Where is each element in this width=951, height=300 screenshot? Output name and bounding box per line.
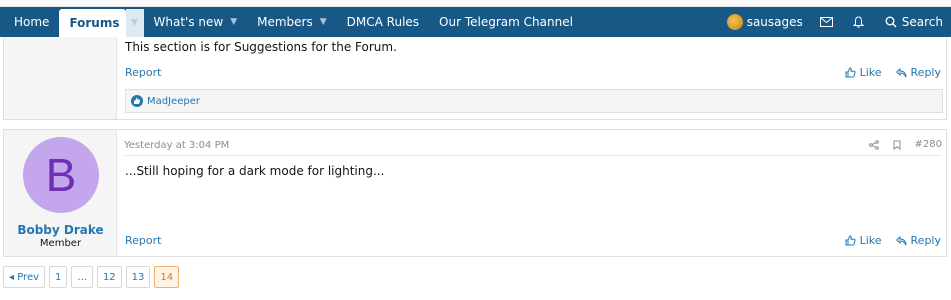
bookmark-icon[interactable] bbox=[893, 140, 901, 150]
reply-label: Reply bbox=[910, 66, 941, 79]
post-actions: Like Reply bbox=[845, 66, 941, 79]
page-1[interactable]: 1 bbox=[49, 266, 68, 288]
like-button[interactable]: Like bbox=[845, 66, 882, 79]
page-14-current[interactable]: 14 bbox=[154, 266, 180, 288]
post-body-text: ...Still hoping for a dark mode for ligh… bbox=[125, 164, 385, 178]
chevron-down-icon[interactable]: ▼ bbox=[320, 17, 327, 27]
reaction-user[interactable]: MadJeeper bbox=[147, 96, 200, 107]
forums-menu-toggle[interactable]: ▼ bbox=[125, 9, 144, 37]
tab-telegram-channel[interactable]: Our Telegram Channel bbox=[429, 7, 583, 37]
bell-icon[interactable] bbox=[843, 16, 875, 28]
post-user-column: B Bobby Drake Member bbox=[4, 130, 117, 256]
post-280: B Bobby Drake Member Yesterday at 3:04 P… bbox=[3, 129, 947, 257]
nav-tabs: Home Forums ▼ What's new ▼ Members ▼ DMCA … bbox=[0, 7, 583, 37]
page-jump-ellipsis[interactable]: ... bbox=[71, 266, 93, 288]
tab-whats-new[interactable]: What's new ▼ bbox=[144, 7, 248, 37]
like-button[interactable]: Like bbox=[845, 234, 882, 247]
post-body-text: This section is for Suggestions for the … bbox=[125, 40, 397, 54]
username: sausages bbox=[746, 15, 803, 29]
report-link[interactable]: Report bbox=[125, 234, 161, 247]
tab-members[interactable]: Members ▼ bbox=[247, 7, 337, 37]
reply-button[interactable]: Reply bbox=[895, 66, 941, 79]
thumbs-up-icon bbox=[845, 67, 856, 78]
chevron-down-icon: ▼ bbox=[131, 18, 138, 28]
reply-button[interactable]: Reply bbox=[895, 234, 941, 247]
previous-content-strip bbox=[0, 0, 951, 7]
reply-icon bbox=[895, 235, 907, 245]
avatar[interactable]: B bbox=[23, 137, 99, 213]
user-avatar bbox=[726, 14, 743, 30]
tab-dmca-rules[interactable]: DMCA Rules bbox=[337, 7, 429, 37]
search-icon bbox=[885, 16, 897, 28]
reply-label: Reply bbox=[910, 234, 941, 247]
share-icon[interactable] bbox=[868, 139, 879, 150]
post-header: Yesterday at 3:04 PM #280 bbox=[124, 138, 942, 156]
search-button[interactable]: Search bbox=[875, 15, 951, 29]
like-label: Like bbox=[859, 234, 882, 247]
like-label: Like bbox=[859, 66, 882, 79]
author-name[interactable]: Bobby Drake bbox=[4, 223, 117, 237]
page-13[interactable]: 13 bbox=[125, 266, 151, 288]
reactions-bar[interactable]: MadJeeper bbox=[125, 89, 943, 113]
reply-icon bbox=[895, 67, 907, 77]
tab-members-label: Members bbox=[257, 15, 313, 29]
page-12[interactable]: 12 bbox=[96, 266, 122, 288]
nav-user-area: sausages Search bbox=[719, 7, 951, 37]
tab-forums[interactable]: Forums bbox=[59, 9, 126, 37]
like-reaction-icon bbox=[131, 95, 143, 107]
report-link[interactable]: Report bbox=[125, 66, 161, 79]
post-timestamp[interactable]: Yesterday at 3:04 PM bbox=[124, 140, 229, 151]
pagination: ◂ Prev 1 ... 12 13 14 bbox=[3, 266, 180, 288]
post-actions: Like Reply bbox=[845, 234, 941, 247]
post-tools: #280 bbox=[868, 139, 942, 150]
post-user-column bbox=[4, 37, 117, 119]
post-previous: This section is for Suggestions for the … bbox=[3, 37, 947, 120]
account-link[interactable]: sausages bbox=[719, 14, 811, 30]
top-navigation: Home Forums ▼ What's new ▼ Members ▼ DMCA … bbox=[0, 7, 951, 37]
author-title: Member bbox=[39, 238, 82, 249]
inbox-icon[interactable] bbox=[811, 17, 843, 27]
tab-whats-new-label: What's new bbox=[153, 15, 224, 29]
thumbs-up-icon bbox=[845, 235, 856, 246]
search-label: Search bbox=[901, 15, 943, 29]
chevron-down-icon[interactable]: ▼ bbox=[230, 17, 237, 27]
post-number[interactable]: #280 bbox=[915, 139, 942, 150]
tab-home[interactable]: Home bbox=[4, 7, 59, 37]
prev-page-button[interactable]: ◂ Prev bbox=[3, 266, 46, 288]
